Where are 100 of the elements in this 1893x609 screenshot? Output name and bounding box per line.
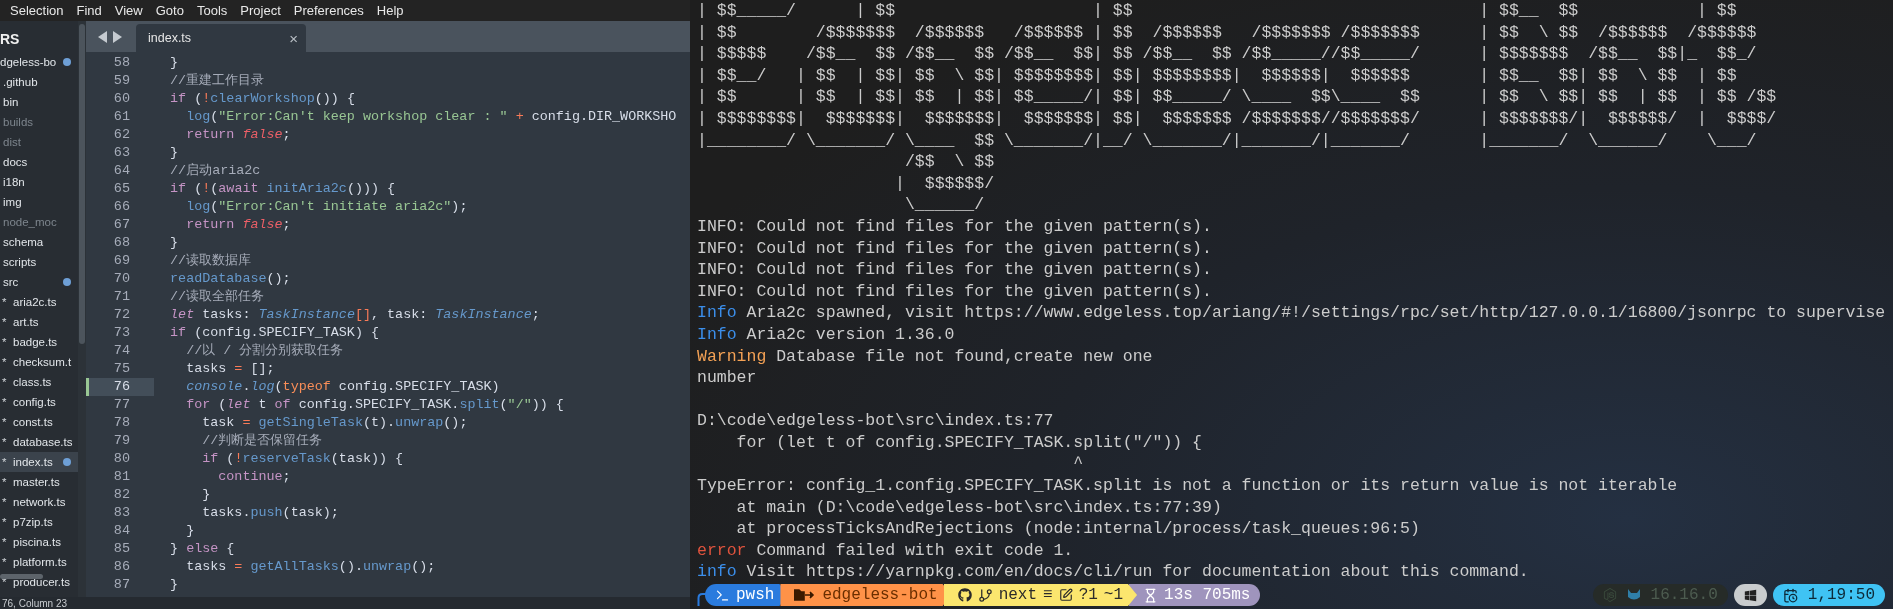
menu-item[interactable]: Preferences bbox=[293, 3, 364, 18]
file-item[interactable]: docs bbox=[3, 156, 28, 168]
code-line: return false; bbox=[185, 126, 291, 144]
code-line: if (!reserveTask(task)) { bbox=[201, 450, 404, 468]
terminal-line: INFO: Could not find files for the given pattern(s). bbox=[697, 281, 1212, 301]
line-number: 79 bbox=[112, 432, 131, 450]
menu-item[interactable]: View bbox=[114, 3, 143, 18]
edit-icon bbox=[1058, 588, 1073, 603]
file-item[interactable]: schema bbox=[3, 236, 44, 248]
code-line: } bbox=[185, 522, 195, 540]
windows-icon bbox=[1743, 588, 1757, 602]
line-number: 82 bbox=[112, 486, 131, 504]
file-marker: * bbox=[1, 556, 8, 568]
folder-item[interactable]: src bbox=[3, 276, 19, 288]
terminal-line: INFO: Could not find files for the given pattern(s). bbox=[697, 216, 1212, 236]
ascii-art-line: | $$$$$$/ bbox=[894, 173, 995, 193]
menu-item[interactable]: Goto bbox=[155, 3, 184, 18]
code-line: return false; bbox=[185, 216, 291, 234]
sidebar-header: RS bbox=[0, 31, 20, 47]
path-name: edgeless-bot bbox=[822, 586, 938, 605]
menu-item[interactable]: Project bbox=[240, 3, 281, 18]
file-item[interactable]: index.ts bbox=[13, 456, 53, 468]
ascii-art-line: | $$__/ | $$ | $$| $$ \ $$| $$$$$$$$| $$| $$$$$$$$| $$$$$$| $$$$$$ | $$__ $$| $$ \ $$ | $$ bbox=[697, 65, 1737, 85]
file-item[interactable]: p7zip.ts bbox=[13, 516, 53, 528]
file-item[interactable]: i18n bbox=[3, 176, 25, 188]
line-number: 58 bbox=[112, 54, 131, 72]
file-item[interactable]: badge.ts bbox=[13, 336, 58, 348]
cat-icon bbox=[1626, 589, 1641, 602]
close-button[interactable]: × bbox=[289, 29, 298, 47]
file-item[interactable]: config.ts bbox=[13, 396, 56, 408]
line-number: 74 bbox=[112, 342, 131, 360]
line-number: 71 bbox=[112, 288, 131, 306]
file-item[interactable]: database.ts bbox=[13, 436, 73, 448]
file-item[interactable]: class.ts bbox=[13, 376, 52, 388]
scrollbar-thumb[interactable] bbox=[79, 24, 85, 344]
file-marker: * bbox=[1, 436, 8, 448]
code-line: } bbox=[169, 144, 179, 162]
code-line: } bbox=[201, 486, 211, 504]
file-item[interactable]: checksum.t bbox=[13, 356, 72, 368]
menu-item[interactable]: Selection bbox=[10, 3, 64, 18]
code-line: //以 / 分割分别获取任务 bbox=[185, 342, 344, 360]
menu-item[interactable]: Find bbox=[76, 3, 102, 18]
ascii-art-line: | $$$$$$$$| $$$$$$$| $$$$$$$| $$$$$$$| $$| $$$$$$$ /$$$$$$$//$$$$$$$/ | $$$$$$$/| $$$$$$/ | $$$$/ bbox=[697, 108, 1777, 128]
untracked-count: ?1 bbox=[1078, 586, 1098, 605]
duration-text: 13s 705ms bbox=[1164, 586, 1251, 605]
folder-item[interactable]: dgeless-bo bbox=[0, 56, 57, 68]
file-item[interactable]: img bbox=[3, 196, 22, 208]
terminal-line: Warning Database file not found,create new one bbox=[697, 346, 1153, 366]
terminal-line: for (let t of config.SPECIFY_TASK.split("/")) { bbox=[735, 432, 1202, 452]
menu-item[interactable]: Tools bbox=[196, 3, 228, 18]
terminal-line: number bbox=[697, 368, 757, 388]
code-line: } else { bbox=[169, 540, 235, 558]
terminal-line: at processTicksAndRejections (node:internal/process/task_queues:96:5) bbox=[735, 519, 1420, 539]
file-item[interactable]: producer.ts bbox=[13, 576, 70, 588]
line-number: 85 bbox=[112, 540, 131, 558]
line-number: 63 bbox=[112, 144, 131, 162]
file-item[interactable]: bin bbox=[3, 96, 19, 108]
hexagon-icon bbox=[1602, 588, 1617, 603]
menu-item[interactable]: Help bbox=[376, 3, 404, 18]
file-item[interactable]: node_moc bbox=[3, 216, 57, 228]
line-number: 70 bbox=[112, 270, 131, 288]
branch-name: next bbox=[998, 586, 1038, 605]
file-item[interactable]: network.ts bbox=[13, 496, 66, 508]
file-item[interactable]: art.ts bbox=[13, 316, 39, 328]
code-line: //读取数据库 bbox=[169, 252, 252, 270]
file-marker: * bbox=[1, 536, 8, 548]
folder-arrow-icon bbox=[794, 588, 817, 603]
ascii-art-line: | $$ /$$$$$$$ /$$$$$$ /$$$$$$ | $$ /$$$$$$ /$$$$$$$ /$$$$$$$ | $$ \ $$ /$$$$$$ /$$$$$$ bbox=[697, 22, 1757, 42]
scrollbar-thumb[interactable] bbox=[0, 574, 43, 579]
file-item[interactable]: platform.ts bbox=[13, 556, 67, 568]
line-number: 78 bbox=[112, 414, 131, 432]
line-number: 67 bbox=[112, 216, 131, 234]
right-triangle-icon[interactable] bbox=[113, 30, 122, 43]
line-number: 80 bbox=[112, 450, 131, 468]
code-line: tasks = getAllTasks().unwrap(); bbox=[185, 558, 436, 576]
code-line: readDatabase(); bbox=[169, 270, 291, 288]
file-item[interactable]: scripts bbox=[3, 256, 37, 268]
editor-tab[interactable]: index.ts × bbox=[136, 24, 306, 52]
file-item[interactable]: const.ts bbox=[13, 416, 53, 428]
code-line: //读取全部任务 bbox=[169, 288, 265, 306]
code-line: //判断是否保留任务 bbox=[201, 432, 323, 450]
code-line: log("Error:Can't keep workshop clear : " + config.DIR_WORKSHO bbox=[185, 108, 677, 126]
file-item[interactable]: aria2c.ts bbox=[13, 296, 57, 308]
ascii-art-line: /$$ \ $$ bbox=[903, 152, 995, 172]
file-item[interactable]: master.ts bbox=[13, 476, 60, 488]
file-marker: * bbox=[1, 456, 8, 468]
file-item[interactable]: .github bbox=[3, 76, 38, 88]
left-triangle-icon[interactable] bbox=[98, 30, 107, 43]
line-number: 61 bbox=[112, 108, 131, 126]
file-item[interactable]: builds bbox=[3, 116, 34, 128]
code-line: console.log(typeof config.SPECIFY_TASK) bbox=[185, 378, 500, 396]
file-item[interactable]: piscina.ts bbox=[13, 536, 61, 548]
file-item[interactable]: dist bbox=[3, 136, 21, 148]
ascii-art-line: |________/ \_______/ \____ $$ \_______/|__/ \_______/|_______/|_______/ |_______/ \______/ \___/ bbox=[697, 130, 1757, 150]
file-marker: * bbox=[1, 396, 8, 408]
shell-name: pwsh bbox=[736, 586, 775, 605]
file-marker: * bbox=[1, 316, 8, 328]
code-line: } bbox=[169, 54, 179, 72]
status-text: 76, Column 23 bbox=[2, 597, 68, 609]
github-icon bbox=[957, 588, 972, 603]
